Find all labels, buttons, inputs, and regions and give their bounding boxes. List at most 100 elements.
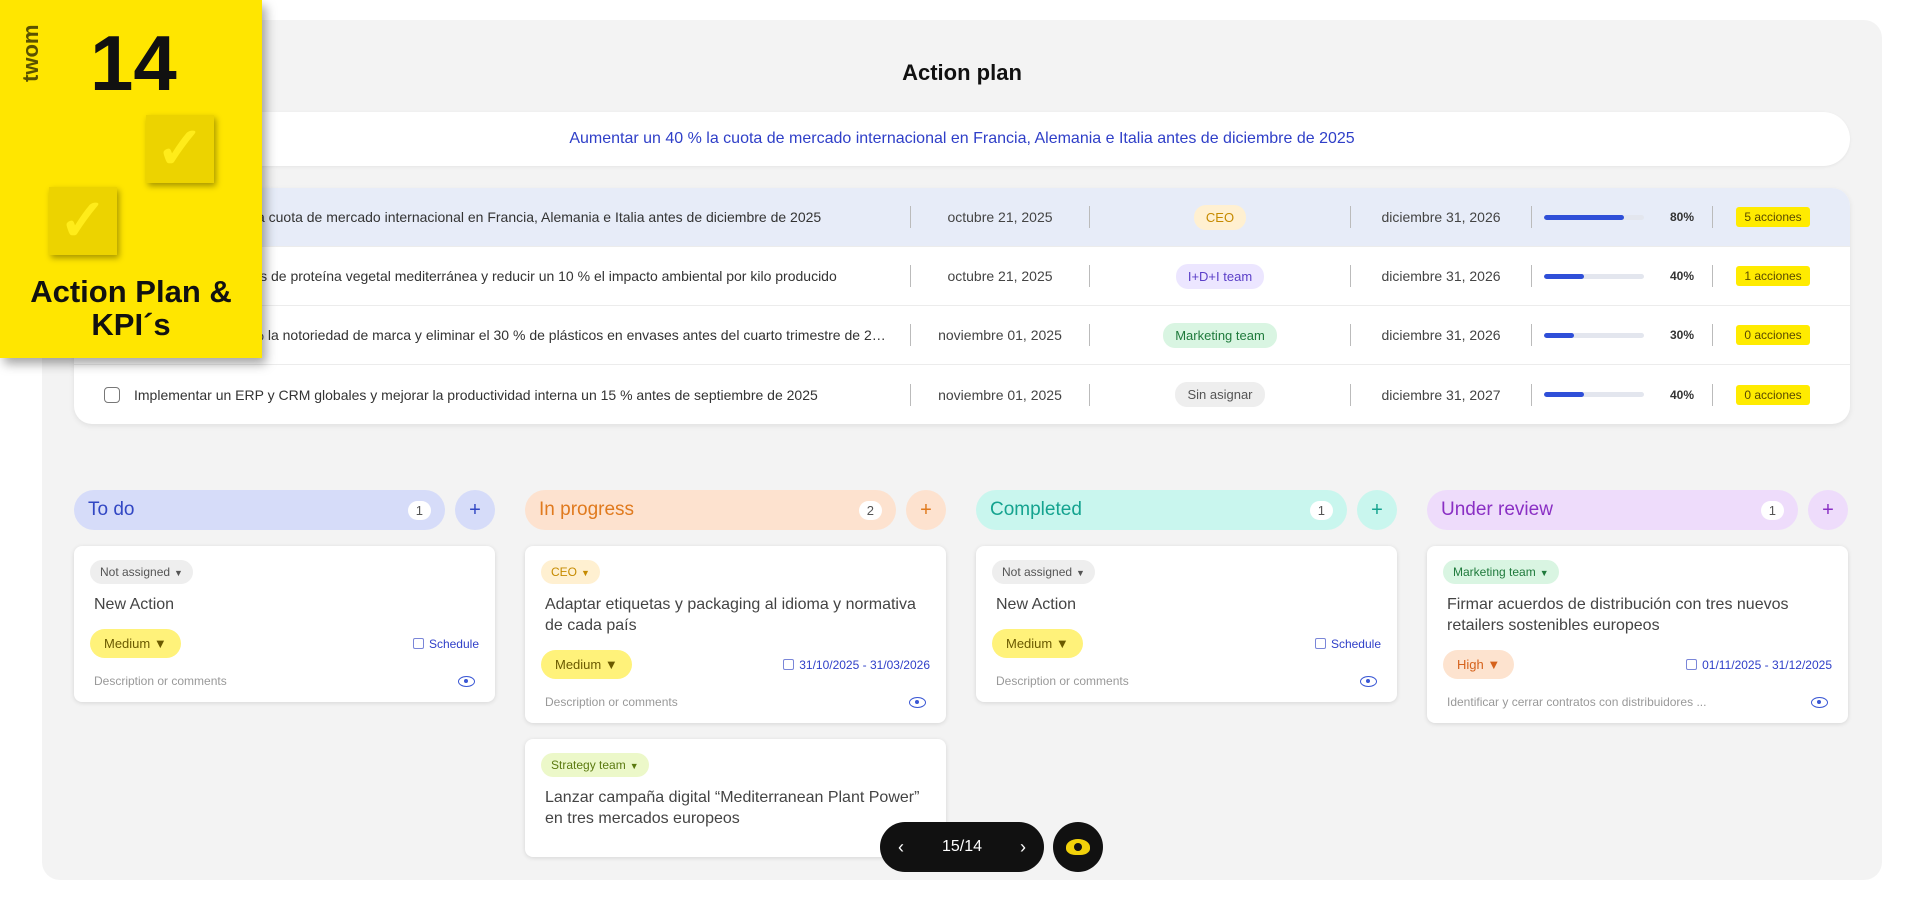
- actions-cell: 0 acciones: [1713, 384, 1833, 405]
- priority-dropdown[interactable]: Medium ▼: [992, 629, 1083, 658]
- priority-label: Medium: [104, 636, 151, 651]
- caret-down-icon: ▼: [629, 761, 639, 771]
- progress-percent: 40%: [1669, 387, 1694, 402]
- owner-badge[interactable]: Marketing team: [1163, 322, 1277, 348]
- actions-count-badge[interactable]: 0 acciones: [1736, 325, 1810, 345]
- schedule-label: 31/10/2025 - 31/03/2026: [799, 657, 930, 672]
- caret-down-icon: ▼: [174, 568, 183, 578]
- eye-icon[interactable]: [909, 696, 926, 708]
- add-card-button[interactable]: +: [906, 490, 946, 530]
- column-todo: To do 1 + Not assigned ▼ New Action Medium…: [74, 490, 495, 873]
- column-title-pill[interactable]: In progress 2: [525, 490, 896, 530]
- eye-icon[interactable]: [1811, 696, 1828, 708]
- kanban-board: To do 1 + Not assigned ▼ New Action Medium…: [74, 490, 1850, 873]
- owner-cell: I+D+I team: [1090, 263, 1350, 289]
- calendar-icon: [783, 659, 795, 670]
- presentation-stage: Action plan Aumentar un 40 % la cuota de…: [42, 20, 1882, 880]
- action-card[interactable]: Marketing team ▼ Firmar acuerdos de distr…: [1427, 546, 1848, 723]
- chevron-left-icon[interactable]: ‹: [898, 837, 904, 858]
- table-row[interactable]: Incrementar un 25 % la notoriedad de mar…: [74, 306, 1850, 365]
- description-row: Identificar y cerrar contratos con distr…: [1443, 695, 1832, 709]
- actions-cell: 5 acciones: [1713, 207, 1833, 227]
- assignee-dropdown[interactable]: Not assigned ▼: [992, 560, 1095, 584]
- column-header: To do 1 +: [74, 490, 495, 530]
- progress-percent: 80%: [1669, 210, 1694, 224]
- eye-icon[interactable]: [458, 675, 475, 687]
- caret-down-icon: ▼: [581, 568, 590, 578]
- priority-label: Medium: [1006, 636, 1053, 651]
- column-title-pill[interactable]: Completed 1: [976, 490, 1347, 530]
- schedule-button[interactable]: 01/11/2025 - 31/12/2025: [1686, 658, 1832, 672]
- column-title-pill[interactable]: Under review 1: [1427, 490, 1798, 530]
- schedule-button[interactable]: Schedule: [1314, 636, 1381, 651]
- progress-cell: 40%: [1532, 388, 1712, 402]
- caret-down-icon: ▼: [604, 657, 618, 672]
- priority-dropdown[interactable]: High ▼: [1443, 650, 1515, 679]
- schedule-label: Schedule: [1330, 636, 1381, 651]
- assignee-dropdown[interactable]: Marketing team ▼: [1443, 560, 1559, 584]
- schedule-label: 01/11/2025 - 31/12/2025: [1702, 657, 1832, 672]
- eye-icon[interactable]: [1360, 675, 1377, 687]
- actions-cell: 0 acciones: [1713, 325, 1833, 345]
- description-text[interactable]: Description or comments: [94, 674, 227, 688]
- table-row[interactable]: Lanzar nuevas líneas de proteína vegetal…: [74, 247, 1850, 306]
- caret-down-icon: ▼: [1076, 568, 1085, 578]
- page-indicator: 15/14: [941, 838, 983, 855]
- column-title-pill[interactable]: To do 1: [74, 490, 445, 530]
- calendar-icon: [1686, 659, 1698, 670]
- column-in-progress: In progress 2 + CEO ▼ Adaptar etiquetas y …: [525, 490, 946, 873]
- row-checkbox[interactable]: [104, 386, 120, 403]
- checkmark-icon: ✓: [146, 115, 214, 183]
- card-title[interactable]: Lanzar campaña digital “Mediterranean Pl…: [545, 787, 926, 829]
- description-row: Description or comments: [90, 674, 479, 688]
- action-card[interactable]: Not assigned ▼ New Action Medium ▼ Schedu…: [74, 546, 495, 702]
- app-logo-button[interactable]: [1053, 822, 1103, 872]
- priority-dropdown[interactable]: Medium ▼: [90, 629, 181, 658]
- caption-line: KPI´s: [91, 307, 171, 342]
- action-card[interactable]: CEO ▼ Adaptar etiquetas y packaging al id…: [525, 546, 946, 723]
- section-caption: Action Plan & KPI´s: [0, 275, 262, 341]
- assignee-label: CEO: [551, 565, 578, 579]
- owner-cell: Sin asignar: [1090, 382, 1350, 407]
- page-title: Action plan: [902, 60, 1022, 85]
- description-text[interactable]: Description or comments: [996, 674, 1129, 688]
- end-date: diciembre 31, 2026: [1381, 209, 1501, 225]
- card-title[interactable]: New Action: [996, 594, 1377, 615]
- section-badge: twom 14 ✓ ✓ Action Plan & KPI´s: [0, 0, 262, 358]
- priority-dropdown[interactable]: Medium ▼: [541, 650, 632, 679]
- card-title[interactable]: Firmar acuerdos de distribución con tres…: [1447, 594, 1828, 636]
- column-count: 2: [858, 500, 882, 520]
- schedule-button[interactable]: 31/10/2025 - 31/03/2026: [783, 658, 930, 672]
- objective-selector[interactable]: Aumentar un 40 % la cuota de mercado int…: [74, 112, 1850, 166]
- actions-count-badge[interactable]: 1 acciones: [1736, 266, 1810, 286]
- table-row[interactable]: Aumentar un 40 % la cuota de mercado int…: [74, 188, 1850, 247]
- owner-badge[interactable]: Sin asignar: [1175, 382, 1265, 407]
- assignee-dropdown[interactable]: Strategy team ▼: [541, 753, 649, 777]
- add-card-button[interactable]: +: [455, 490, 495, 530]
- actions-count-badge[interactable]: 5 acciones: [1736, 207, 1810, 227]
- progress-fill: [1544, 332, 1574, 338]
- section-number: 14: [90, 19, 177, 107]
- caret-down-icon: ▼: [153, 636, 167, 651]
- action-card[interactable]: Not assigned ▼ New Action Medium ▼ Schedu…: [976, 546, 1397, 702]
- add-card-button[interactable]: +: [1357, 490, 1397, 530]
- priority-label: Medium: [555, 657, 602, 672]
- assignee-dropdown[interactable]: CEO ▼: [541, 560, 600, 584]
- owner-badge[interactable]: I+D+I team: [1175, 263, 1265, 289]
- description-text[interactable]: Description or comments: [545, 695, 678, 709]
- schedule-button[interactable]: Schedule: [412, 637, 479, 651]
- start-date: noviembre 01, 2025: [938, 327, 1062, 343]
- card-title[interactable]: Adaptar etiquetas y packaging al idioma …: [545, 594, 926, 636]
- progress-cell: 40%: [1532, 269, 1712, 283]
- add-card-button[interactable]: +: [1808, 490, 1848, 530]
- chevron-right-icon[interactable]: ›: [1020, 837, 1026, 858]
- card-title[interactable]: New Action: [94, 594, 475, 615]
- description-text[interactable]: Identificar y cerrar contratos con distr…: [1447, 695, 1706, 709]
- assignee-dropdown[interactable]: Not assigned ▼: [90, 560, 193, 584]
- column-title: Under review: [1441, 499, 1553, 520]
- table-row[interactable]: Implementar un ERP y CRM globales y mejo…: [74, 365, 1850, 424]
- column-completed: Completed 1 + Not assigned ▼ New Action Me…: [976, 490, 1397, 873]
- column-count: 1: [1760, 500, 1784, 520]
- actions-count-badge[interactable]: 0 acciones: [1736, 384, 1810, 405]
- owner-badge[interactable]: CEO: [1193, 204, 1247, 230]
